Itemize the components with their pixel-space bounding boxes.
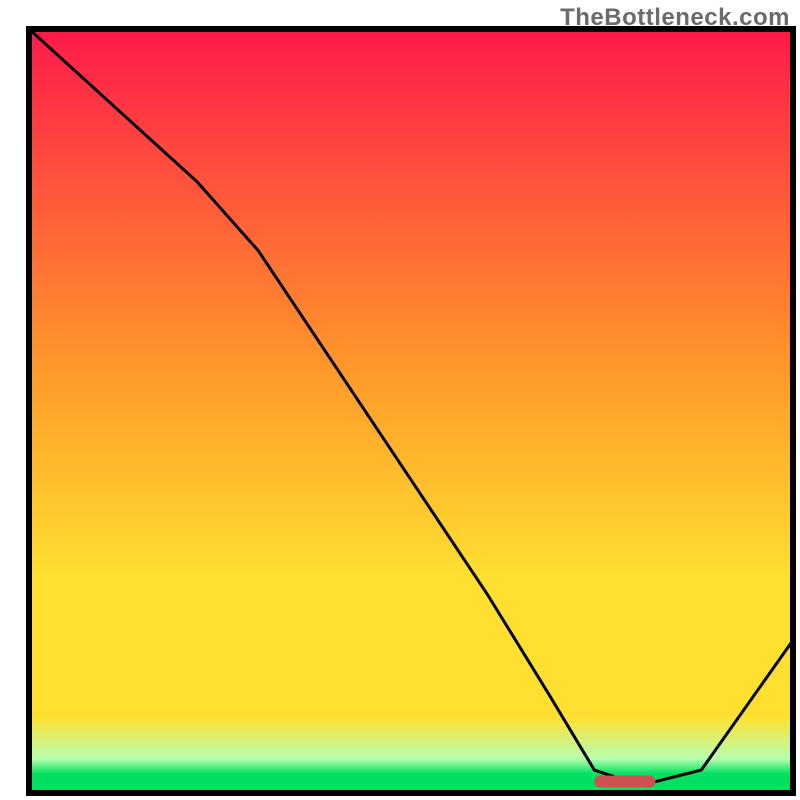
optimum-marker — [594, 776, 655, 788]
bottleneck-chart: TheBottleneck.com — [0, 0, 800, 800]
watermark-text: TheBottleneck.com — [560, 4, 790, 32]
plot-background — [29, 29, 793, 793]
chart-svg — [0, 0, 800, 800]
